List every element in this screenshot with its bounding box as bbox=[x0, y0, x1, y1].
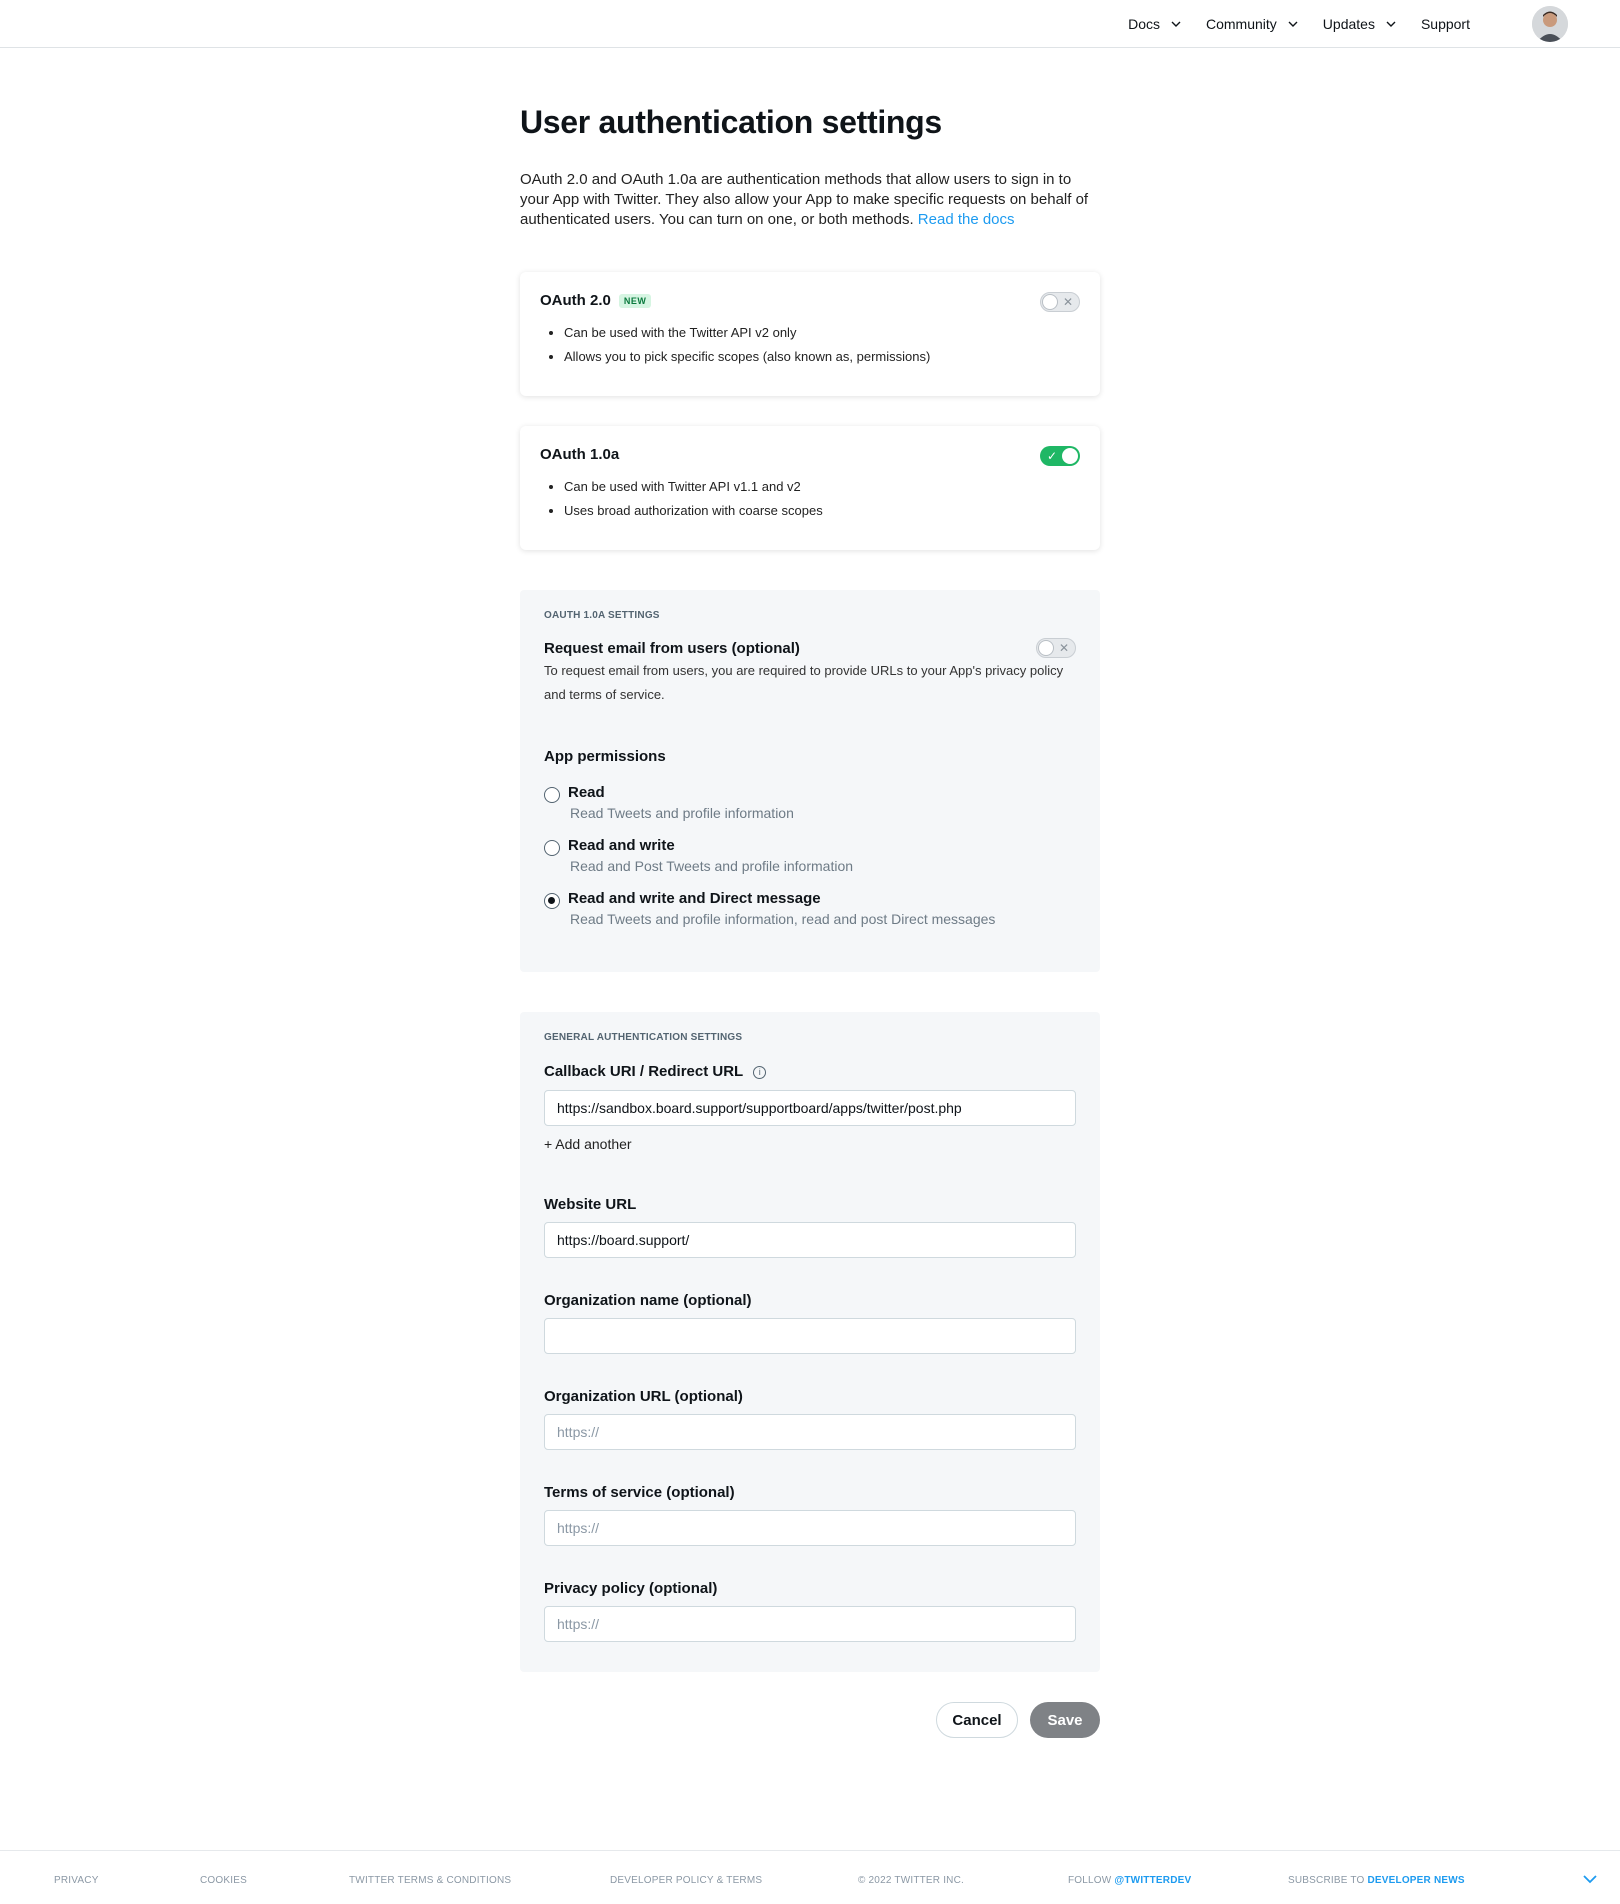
footer-privacy-link[interactable]: PRIVACY bbox=[54, 1875, 99, 1886]
nav-item-label: Docs bbox=[1128, 16, 1160, 32]
nav-item-label: Community bbox=[1206, 16, 1277, 32]
check-icon: ✓ bbox=[1047, 449, 1058, 463]
nav-item-community[interactable]: Community bbox=[1206, 16, 1299, 32]
subscribe-prefix: SUBSCRIBE TO bbox=[1288, 1875, 1365, 1886]
org-url-label: Organization URL (optional) bbox=[544, 1388, 743, 1405]
nav-item-label: Support bbox=[1420, 16, 1470, 32]
org-url-input[interactable] bbox=[544, 1414, 1076, 1450]
privacy-policy-input[interactable] bbox=[544, 1606, 1076, 1642]
oauth1-title-text: OAuth 1.0a bbox=[540, 446, 620, 463]
callback-url-input[interactable] bbox=[544, 1090, 1076, 1126]
nav-item-label: Updates bbox=[1322, 16, 1375, 32]
cancel-button[interactable]: Cancel bbox=[936, 1702, 1018, 1738]
list-item: Can be used with Twitter API v1.1 and v2 bbox=[564, 475, 1080, 499]
top-nav: Docs Community Updates Support bbox=[0, 0, 1620, 48]
permission-title: Read and write bbox=[568, 837, 675, 854]
toggle-knob bbox=[1042, 294, 1058, 310]
close-icon: ✕ bbox=[1058, 641, 1069, 655]
new-badge: NEW bbox=[618, 293, 652, 308]
close-icon: ✕ bbox=[1062, 295, 1073, 309]
chevron-down-icon bbox=[1171, 21, 1181, 27]
user-avatar-icon[interactable] bbox=[1532, 6, 1568, 42]
permission-title: Read and write and Direct message bbox=[568, 890, 821, 907]
tos-input[interactable] bbox=[544, 1510, 1076, 1546]
org-name-input[interactable] bbox=[544, 1318, 1076, 1354]
footer-cookies-link[interactable]: COOKIES bbox=[200, 1875, 247, 1886]
nav-item-docs[interactable]: Docs bbox=[1128, 16, 1182, 32]
section-label: GENERAL AUTHENTICATION SETTINGS bbox=[544, 1032, 743, 1043]
permission-title: Read bbox=[568, 784, 605, 801]
nav-item-support[interactable]: Support bbox=[1421, 16, 1470, 32]
oauth1-card: OAuth 1.0a Can be used with Twitter API … bbox=[520, 426, 1100, 550]
toggle-knob bbox=[1038, 640, 1054, 656]
toggle-knob bbox=[1062, 448, 1078, 464]
app-permissions-label: App permissions bbox=[544, 748, 666, 765]
oauth2-card: OAuth 2.0 NEW Can be used with the Twitt… bbox=[520, 272, 1100, 396]
footer-copyright: © 2022 TWITTER INC. bbox=[858, 1875, 965, 1886]
oauth2-toggle[interactable]: ✕ bbox=[1040, 292, 1080, 312]
list-item: Can be used with the Twitter API v2 only bbox=[564, 321, 1080, 345]
website-url-label: Website URL bbox=[544, 1196, 637, 1213]
radio-button-checked[interactable] bbox=[544, 893, 560, 909]
request-email-toggle[interactable]: ✕ bbox=[1036, 638, 1076, 658]
oauth2-title: OAuth 2.0 NEW bbox=[540, 292, 1080, 309]
list-item: Allows you to pick specific scopes (also… bbox=[564, 345, 1080, 369]
intro-text: OAuth 2.0 and OAuth 1.0a are authenticat… bbox=[520, 170, 1100, 230]
callback-label-text: Callback URI / Redirect URL bbox=[544, 1063, 744, 1080]
nav-menu: Docs Community Updates Support bbox=[1128, 0, 1470, 48]
chevron-down-icon bbox=[1386, 21, 1396, 27]
permission-desc: Read Tweets and profile information bbox=[570, 805, 794, 821]
save-button[interactable]: Save bbox=[1030, 1702, 1100, 1738]
section-label: OAUTH 1.0A SETTINGS bbox=[544, 610, 660, 621]
footer-terms-link[interactable]: TWITTER TERMS & CONDITIONS bbox=[349, 1875, 511, 1886]
org-name-label: Organization name (optional) bbox=[544, 1292, 752, 1309]
add-another-button[interactable]: + Add another bbox=[544, 1136, 632, 1152]
privacy-policy-label: Privacy policy (optional) bbox=[544, 1580, 718, 1597]
request-email-label: Request email from users (optional) bbox=[544, 640, 800, 657]
chevron-down-icon[interactable] bbox=[1582, 1871, 1598, 1887]
footer-dev-policy-link[interactable]: DEVELOPER POLICY & TERMS bbox=[610, 1875, 762, 1886]
info-icon[interactable]: i bbox=[753, 1065, 767, 1079]
callback-label: Callback URI / Redirect URL i bbox=[544, 1063, 767, 1080]
permission-desc: Read Tweets and profile information, rea… bbox=[570, 911, 996, 927]
general-settings-panel: GENERAL AUTHENTICATION SETTINGS Callback… bbox=[520, 1012, 1100, 1672]
subscribe-target: DEVELOPER NEWS bbox=[1367, 1875, 1465, 1886]
website-url-input[interactable] bbox=[544, 1222, 1076, 1258]
page-title: User authentication settings bbox=[520, 104, 942, 140]
read-docs-link[interactable]: Read the docs bbox=[918, 211, 1015, 228]
list-item: Uses broad authorization with coarse sco… bbox=[564, 499, 1080, 523]
permission-desc: Read and Post Tweets and profile informa… bbox=[570, 858, 854, 874]
oauth1-bullets: Can be used with Twitter API v1.1 and v2… bbox=[540, 475, 1080, 523]
oauth2-title-text: OAuth 2.0 bbox=[540, 292, 611, 309]
follow-handle: @TWITTERDEV bbox=[1114, 1875, 1192, 1886]
tos-label: Terms of service (optional) bbox=[544, 1484, 735, 1501]
oauth1-settings-panel: OAUTH 1.0A SETTINGS Request email from u… bbox=[520, 590, 1100, 972]
nav-item-updates[interactable]: Updates bbox=[1323, 16, 1397, 32]
chevron-down-icon bbox=[1288, 21, 1298, 27]
oauth2-bullets: Can be used with the Twitter API v2 only… bbox=[540, 321, 1080, 369]
oauth1-toggle[interactable]: ✓ bbox=[1040, 446, 1080, 466]
footer-subscribe[interactable]: SUBSCRIBE TO DEVELOPER NEWS bbox=[1288, 1875, 1465, 1886]
follow-prefix: FOLLOW bbox=[1068, 1875, 1112, 1886]
oauth1-title: OAuth 1.0a bbox=[540, 446, 1080, 463]
request-email-help: To request email from users, you are req… bbox=[544, 663, 1064, 702]
radio-button[interactable] bbox=[544, 787, 560, 803]
radio-button[interactable] bbox=[544, 840, 560, 856]
footer: PRIVACY COOKIES TWITTER TERMS & CONDITIO… bbox=[0, 1850, 1620, 1904]
footer-follow[interactable]: FOLLOW @TWITTERDEV bbox=[1068, 1875, 1191, 1886]
